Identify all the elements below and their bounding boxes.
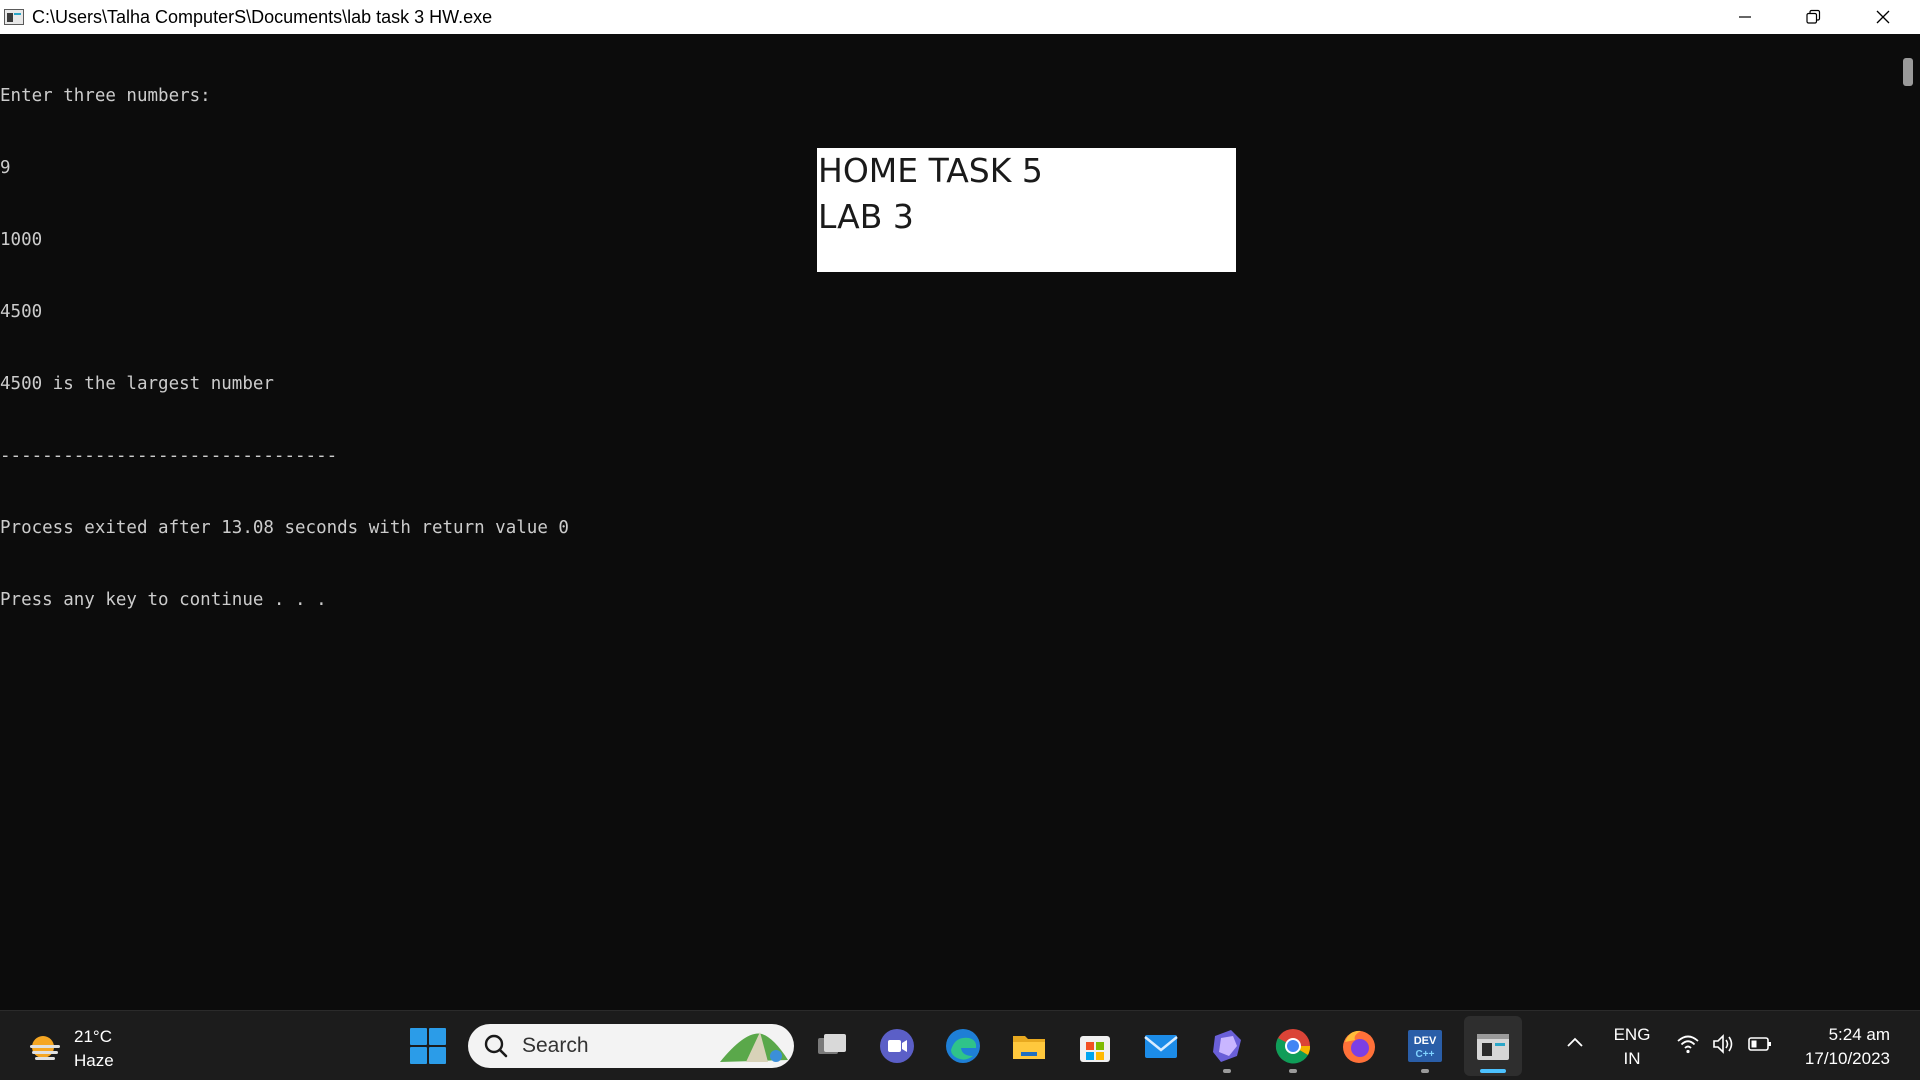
console-line: Enter three numbers: bbox=[0, 86, 211, 106]
file-explorer-icon[interactable] bbox=[1009, 1026, 1049, 1066]
chevron-up-icon[interactable] bbox=[1565, 1033, 1585, 1053]
console-line: Press any key to continue . . . bbox=[0, 590, 327, 610]
firefox-icon[interactable] bbox=[1339, 1026, 1379, 1066]
task-view-icon[interactable] bbox=[812, 1026, 852, 1066]
chrome-icon[interactable] bbox=[1273, 1026, 1313, 1066]
microsoft-store-icon[interactable] bbox=[1075, 1026, 1115, 1066]
windows-logo-pane bbox=[429, 1047, 446, 1064]
restore-icon bbox=[1806, 9, 1821, 24]
console-line: 4500 bbox=[0, 302, 43, 322]
console-line: -------------------------------- bbox=[0, 446, 338, 466]
sun-haze-icon bbox=[30, 1036, 60, 1060]
volume-icon[interactable] bbox=[1711, 1033, 1737, 1055]
restore-button[interactable] bbox=[1780, 0, 1846, 34]
copilot-icon[interactable] bbox=[1207, 1026, 1247, 1066]
clock[interactable]: 5:24 am 17/10/2023 bbox=[1805, 1023, 1890, 1071]
running-indicator bbox=[1223, 1069, 1231, 1073]
search-icon bbox=[484, 1034, 508, 1058]
weather-temperature: 21°C bbox=[74, 1027, 112, 1046]
meet-icon[interactable] bbox=[877, 1026, 917, 1066]
vertical-scrollbar[interactable] bbox=[1894, 34, 1920, 1010]
active-app-indicator bbox=[1480, 1069, 1506, 1073]
title-bar: C:\Users\Talha ComputerS\Documents\lab t… bbox=[0, 0, 1920, 34]
window-title: C:\Users\Talha ComputerS\Documents\lab t… bbox=[32, 6, 493, 27]
language-indicator[interactable]: ENG IN bbox=[1612, 1023, 1652, 1071]
console-app-icon bbox=[4, 9, 24, 25]
console-line: 4500 is the largest number bbox=[0, 374, 274, 394]
battery-icon[interactable] bbox=[1747, 1033, 1773, 1055]
weather-widget[interactable]: 21°C Haze bbox=[26, 1025, 114, 1073]
minimize-button[interactable] bbox=[1712, 0, 1778, 34]
console-line: Process exited after 13.08 seconds with … bbox=[0, 518, 569, 538]
console-text: Enter three numbers: 9 1000 4500 4500 is… bbox=[0, 36, 569, 660]
taskbar-search-box[interactable]: Search bbox=[468, 1024, 794, 1068]
mail-icon[interactable] bbox=[1141, 1026, 1181, 1066]
windows-logo-pane bbox=[410, 1047, 427, 1064]
minimize-icon bbox=[1739, 16, 1751, 18]
windows-logo-pane bbox=[410, 1028, 427, 1045]
search-placeholder: Search bbox=[522, 1034, 589, 1057]
running-indicator bbox=[1289, 1069, 1297, 1073]
edge-icon[interactable] bbox=[943, 1026, 983, 1066]
region-code: IN bbox=[1623, 1049, 1641, 1068]
console-line: 1000 bbox=[0, 230, 43, 250]
date-display: 17/10/2023 bbox=[1804, 1049, 1890, 1068]
search-highlight-icon bbox=[720, 1032, 788, 1062]
close-icon bbox=[1876, 10, 1890, 24]
start-button[interactable] bbox=[410, 1028, 446, 1064]
running-indicator bbox=[1421, 1069, 1429, 1073]
language-code: ENG bbox=[1613, 1025, 1651, 1044]
home-task-note: HOME TASK 5 LAB 3 bbox=[817, 148, 1236, 272]
dev-icon-label: DEV bbox=[1414, 1035, 1437, 1047]
console-app-taskbar-icon[interactable] bbox=[1473, 1026, 1513, 1066]
dev-cpp-icon[interactable]: DEV C++ bbox=[1405, 1026, 1445, 1066]
note-line-1: HOME TASK 5 bbox=[818, 151, 1043, 190]
console-line: 9 bbox=[0, 158, 11, 178]
taskbar: 21°C Haze Search DEV C++ ENG IN 5:24 am … bbox=[0, 1010, 1920, 1080]
scrollbar-thumb[interactable] bbox=[1903, 58, 1913, 86]
dev-icon-sublabel: C++ bbox=[1416, 1049, 1435, 1060]
note-line-2: LAB 3 bbox=[818, 197, 914, 236]
close-button[interactable] bbox=[1850, 0, 1916, 34]
weather-condition: Haze bbox=[74, 1051, 114, 1070]
wifi-icon[interactable] bbox=[1676, 1033, 1700, 1055]
windows-logo-pane bbox=[429, 1028, 446, 1045]
time-display: 5:24 am bbox=[1828, 1025, 1890, 1044]
